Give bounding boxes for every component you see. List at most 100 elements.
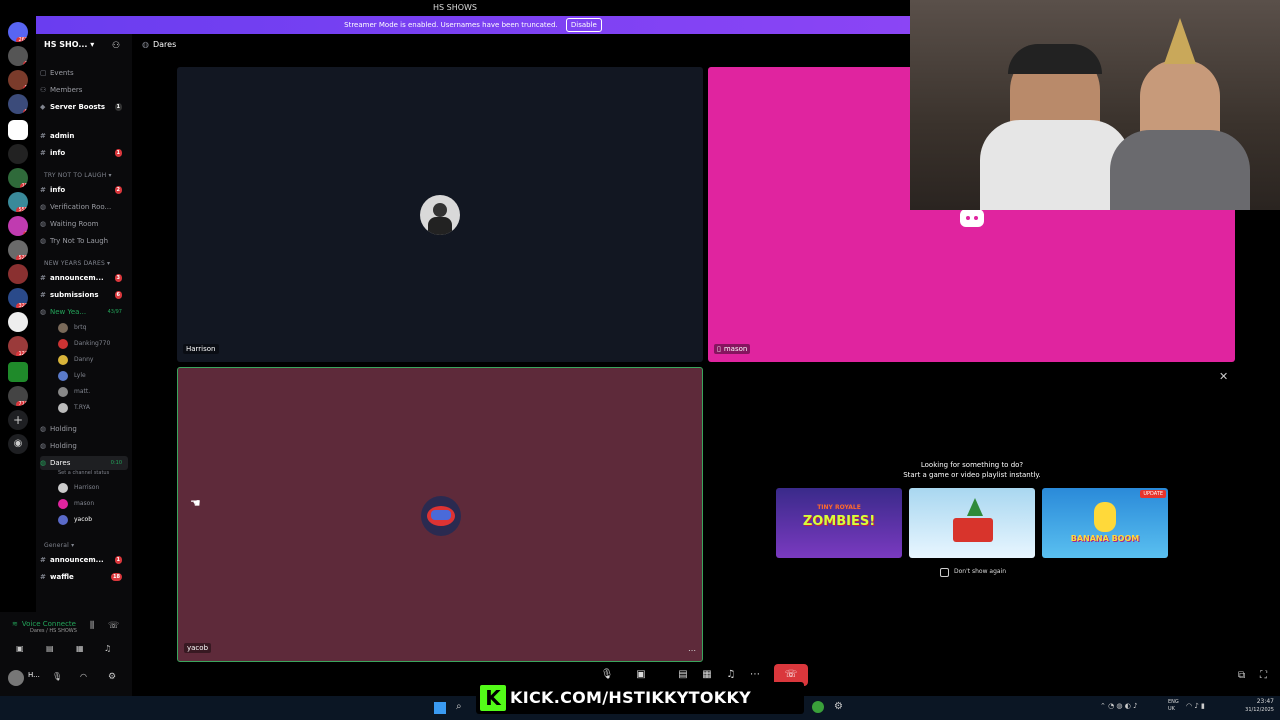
avatar [420, 195, 460, 235]
channel-status[interactable]: Set a channel status [58, 466, 109, 480]
disconnect-icon[interactable]: ☏ [108, 621, 119, 631]
server-icon[interactable]: 559 [8, 192, 28, 212]
close-icon[interactable]: ✕ [1219, 370, 1228, 383]
server-icon[interactable]: 10 [8, 168, 28, 188]
channel-server-boosts[interactable]: ◆ Server Boosts 1 [40, 100, 128, 114]
channel-members[interactable]: ⚇ Members [40, 83, 128, 97]
camera-icon[interactable]: ▣ [634, 668, 648, 682]
voice-user[interactable]: T.RYA [58, 401, 90, 415]
voice-user[interactable]: Danny [58, 353, 93, 367]
channel-events[interactable]: ▢ Events [40, 66, 128, 80]
home-server-icon[interactable]: 263 [8, 22, 28, 42]
user-name: H... [28, 671, 40, 679]
voice-user-harrison[interactable]: Harrison [58, 481, 99, 495]
clock-date[interactable]: 31/12/2025 [1232, 707, 1274, 713]
participant-name: yacob [184, 643, 212, 653]
network-volume-icons[interactable]: ◠ ♪ ▮ [1186, 702, 1205, 710]
disable-streamer-mode-button[interactable]: Disable [565, 18, 602, 32]
dont-show-again-checkbox[interactable] [940, 568, 949, 577]
camera-icon[interactable]: ▣ [16, 644, 24, 653]
settings-icon[interactable]: ⚙ [834, 701, 843, 712]
server-icon[interactable]: 716 [8, 386, 28, 406]
server-icon[interactable]: 1 [8, 46, 28, 66]
server-name[interactable]: HS SHO... ▾ [44, 40, 94, 49]
server-icon[interactable]: 5 [8, 70, 28, 90]
xbox-icon[interactable] [812, 701, 824, 713]
popout-icon[interactable]: ⧉ [1238, 670, 1245, 681]
server-icon[interactable] [8, 362, 28, 382]
channel-info-2[interactable]: # info 2 [40, 183, 128, 197]
microphone-icon[interactable]: 🎙︎ [600, 668, 614, 682]
channel-admin[interactable]: # admin [40, 129, 128, 143]
channel-info[interactable]: # info 1 [40, 146, 128, 160]
channel-verification-room[interactable]: ◍ Verification Roo... [40, 200, 128, 214]
soundboard-icon[interactable]: ♫ [724, 668, 738, 682]
server-icon[interactable]: 3 [8, 216, 28, 236]
server-icon[interactable]: 321 [8, 288, 28, 308]
channel-submissions[interactable]: # submissions 6 [40, 288, 128, 302]
voice-user[interactable]: Danking770 [58, 337, 110, 351]
discover-icon[interactable]: ◉ [8, 434, 28, 454]
category-try-not-to-laugh[interactable]: TRY NOT TO LAUGH ▾ [44, 172, 112, 179]
settings-gear-icon[interactable]: ⚙ [108, 672, 116, 682]
more-icon[interactable]: ⋯ [748, 668, 762, 682]
screen-share-icon[interactable]: ▤ [46, 644, 54, 653]
discord-logo-icon [960, 209, 984, 227]
category-new-years-dares[interactable]: NEW YEARS DARES ▾ [44, 260, 110, 267]
language-indicator[interactable]: ENG UK [1168, 699, 1179, 713]
voice-user-yacob[interactable]: yacob [58, 513, 92, 527]
clock-time[interactable]: 23:47 [1238, 698, 1274, 705]
add-member-icon[interactable]: ⚇ [112, 41, 120, 51]
window-title-bar: HS SHOWS [0, 0, 910, 16]
fullscreen-icon[interactable]: ⛶ [1260, 670, 1267, 681]
game-card-chess-sled[interactable] [909, 488, 1035, 558]
server-icon[interactable] [8, 144, 28, 164]
headphones-icon[interactable]: ◠ [80, 672, 87, 681]
voice-user[interactable]: matt. [58, 385, 90, 399]
server-icon[interactable] [8, 264, 28, 284]
noise-suppression-icon[interactable]: ⫼ [90, 621, 94, 631]
microphone-icon[interactable]: 🎙︎ [52, 672, 62, 681]
channel-header: ◍ Dares [142, 40, 177, 49]
game-card-banana-boom[interactable]: UPDATE BANANA BOOM [1042, 488, 1168, 558]
kick-stream-overlay: K KICK.COM/HSTIKKYTOKKY [476, 682, 804, 714]
channel-holding[interactable]: ◍ Holding [40, 422, 128, 436]
avatar [421, 496, 461, 536]
server-icon[interactable]: 121 [8, 336, 28, 356]
channel-try-not-to-laugh[interactable]: ◍ Try Not To Laugh [40, 234, 128, 248]
cursor-icon: ☚ [190, 496, 201, 510]
activities-icon[interactable]: ▦ [76, 644, 84, 653]
channel-holding-2[interactable]: ◍ Holding [40, 439, 128, 453]
server-rail: 263 1 5 9 10 559 3 529 321 121 716 + ◉ [0, 16, 36, 696]
voice-user-mason[interactable]: mason [58, 497, 94, 511]
channel-waiting-room[interactable]: ◍ Waiting Room [40, 217, 128, 231]
video-tile-yacob[interactable]: yacob ⋯ [177, 367, 703, 662]
streamer-mode-banner: Streamer Mode is enabled. Usernames have… [36, 16, 910, 34]
window-title: HS SHOWS [432, 3, 477, 12]
voice-user[interactable]: brtq [58, 321, 86, 335]
tray-icons[interactable]: ⌃ ◔ ◍ ◐ ♪ [1100, 702, 1138, 710]
more-options-icon[interactable]: ⋯ [688, 646, 696, 655]
channel-new-years-voice[interactable]: ◍ New Yea... 43/97 [40, 305, 128, 319]
video-tile-harrison[interactable]: Harrison [177, 67, 703, 362]
server-icon[interactable] [8, 312, 28, 332]
channel-waffle[interactable]: # waffle 18 [40, 570, 128, 584]
activity-title: Looking for something to do? [920, 461, 1024, 469]
soundboard-icon[interactable]: ♫ [104, 644, 111, 653]
voice-user[interactable]: Lyle [58, 369, 86, 383]
category-general[interactable]: General ▾ [44, 542, 74, 549]
channel-announcements-2[interactable]: # announcem... 1 [40, 553, 128, 567]
active-server-icon[interactable] [8, 120, 28, 140]
banner-text: Streamer Mode is enabled. Usernames have… [344, 21, 558, 29]
activities-icon[interactable]: ▦ [700, 668, 714, 682]
add-server-icon[interactable]: + [8, 410, 28, 430]
server-icon[interactable]: 9 [8, 94, 28, 114]
search-icon[interactable]: ⌕ [456, 701, 462, 712]
voice-channel-path[interactable]: Dares / HS SHOWS [30, 628, 77, 634]
server-icon[interactable]: 529 [8, 240, 28, 260]
game-card-zombies[interactable]: TINY ROYALE ZOMBIES! [776, 488, 902, 558]
windows-start-icon[interactable] [434, 702, 446, 714]
user-avatar[interactable] [8, 670, 24, 686]
screen-share-icon[interactable]: ▤ [676, 668, 690, 682]
channel-announcements[interactable]: # announcem... 3 [40, 271, 128, 285]
